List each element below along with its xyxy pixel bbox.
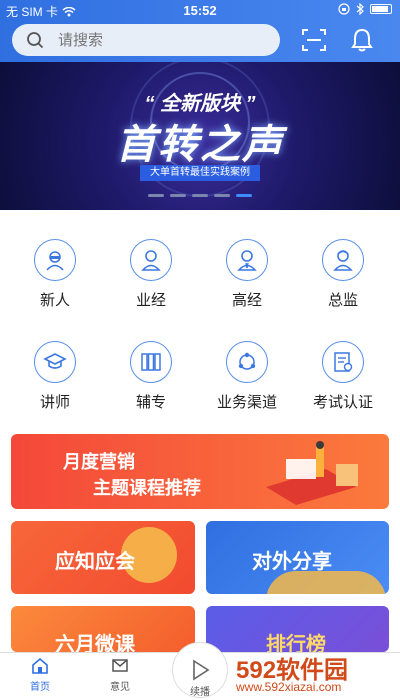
- tab-home[interactable]: 首页: [10, 657, 70, 693]
- card-knowledge[interactable]: 应知应会: [11, 521, 195, 594]
- grid-item-exam[interactable]: 考试认证: [298, 341, 388, 412]
- promo-line1: 月度营销: [63, 452, 135, 472]
- grid-item-agent[interactable]: 业经: [106, 239, 196, 310]
- card-label: 六月微课: [55, 634, 135, 652]
- search-icon: [27, 32, 44, 49]
- card-label: 排行榜: [266, 634, 326, 652]
- card-label: 对外分享: [252, 551, 332, 573]
- director-icon: [322, 239, 364, 281]
- hill-illustration: [266, 571, 386, 594]
- banner-carousel[interactable]: “ 全新版块 ” 首转之声 大单首转最佳实践案例: [0, 62, 400, 210]
- grid-item-label: 业经: [135, 292, 166, 309]
- carousel-dot[interactable]: [192, 194, 208, 197]
- card-ranking[interactable]: 排行榜: [206, 606, 389, 652]
- watermark-url: www.592xiazai.com: [236, 680, 342, 694]
- carousel-dot[interactable]: [148, 194, 164, 197]
- tab-continue-label: 续播: [190, 687, 210, 698]
- search-bar[interactable]: [12, 24, 280, 56]
- tab-feedback[interactable]: 意见: [90, 657, 150, 693]
- promo-line2: 主题课程推荐: [93, 478, 201, 498]
- grid-item-director[interactable]: 总监: [298, 239, 388, 310]
- banner-subtitle: 大单首转最佳实践案例: [140, 165, 260, 181]
- scan-icon[interactable]: [300, 26, 328, 54]
- home-icon: [32, 657, 48, 674]
- card-label: 应知应会: [55, 551, 135, 573]
- grid-item-label: 业务渠道: [216, 394, 277, 411]
- grid-item-newcomer[interactable]: 新人: [10, 239, 100, 310]
- carousel-dots: [0, 194, 400, 197]
- tab-label: 首页: [30, 682, 50, 693]
- banner-title: 首转之声: [116, 123, 284, 167]
- person-icon: [130, 239, 172, 281]
- grid-item-label: 高经: [231, 292, 262, 309]
- grid-item-label: 辅专: [135, 394, 166, 411]
- battery-icon: [370, 4, 392, 14]
- graduation-cap-icon: [34, 341, 76, 383]
- tab-label: 意见: [110, 682, 130, 693]
- grid-item-label: 讲师: [39, 394, 70, 411]
- carousel-dot[interactable]: [170, 194, 186, 197]
- grid-item-lecturer[interactable]: 讲师: [10, 341, 100, 412]
- promo-card[interactable]: 月度营销 主题课程推荐: [11, 434, 389, 509]
- card-share[interactable]: 对外分享: [206, 521, 389, 594]
- glasses-person-icon: [34, 239, 76, 281]
- card-microcourse[interactable]: 六月微课: [11, 606, 195, 652]
- carousel-dot-active[interactable]: [236, 194, 252, 197]
- message-icon: [112, 659, 128, 672]
- grid-item-label: 新人: [39, 292, 70, 309]
- grid-item-channel[interactable]: 业务渠道: [202, 341, 292, 412]
- phone-illustration: [266, 441, 358, 505]
- grid-item-assistant[interactable]: 辅专: [106, 341, 196, 412]
- grid-item-label: 考试认证: [312, 394, 373, 411]
- certificate-icon: [322, 341, 364, 383]
- bluetooth-icon: [356, 3, 364, 15]
- network-icon: [226, 341, 268, 383]
- rotation-lock-icon: [338, 3, 350, 15]
- top-header: 无 SIM 卡 15:52: [0, 0, 400, 62]
- status-bar: 无 SIM 卡 15:52: [0, 0, 400, 20]
- play-icon: [193, 659, 210, 681]
- grid-item-senior[interactable]: 高经: [202, 239, 292, 310]
- carousel-dot[interactable]: [214, 194, 230, 197]
- search-input[interactable]: [58, 31, 238, 49]
- bell-icon[interactable]: [348, 26, 376, 54]
- manager-icon: [226, 239, 268, 281]
- grid-item-label: 总监: [327, 292, 358, 309]
- books-icon: [130, 341, 172, 383]
